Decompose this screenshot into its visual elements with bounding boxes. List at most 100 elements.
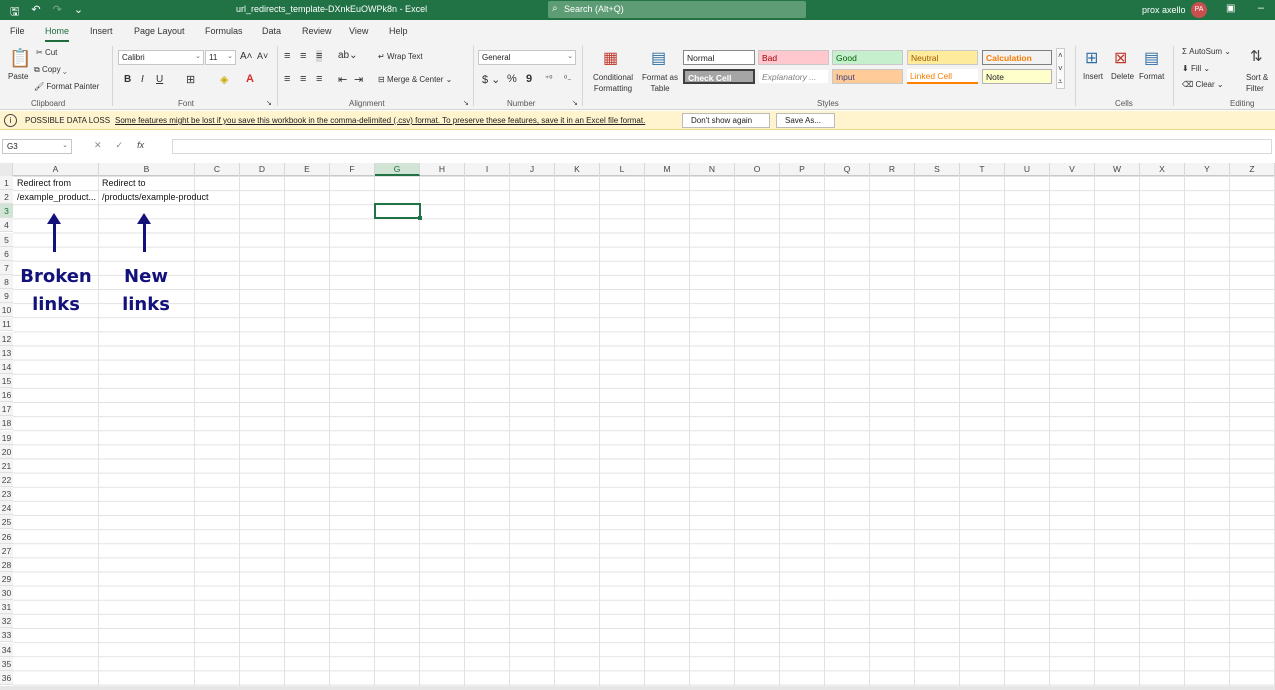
row-header-12[interactable]: 12 [0,331,13,346]
cell-b2[interactable]: /products/example-product [102,192,209,202]
decrease-indent-icon[interactable]: ⇤ [338,73,347,86]
row-header-33[interactable]: 33 [0,628,13,643]
insert-cells-icon[interactable]: ⊞ [1085,48,1098,68]
column-header-f[interactable]: F [330,163,375,176]
number-format-select[interactable]: General ⌄ [478,50,576,65]
row-header-18[interactable]: 18 [0,416,13,431]
cut-button[interactable]: ✂ Cut [36,48,57,57]
align-bottom-icon[interactable]: ≡ [316,50,323,62]
column-header-e[interactable]: E [285,163,330,176]
row-header-36[interactable]: 36 [0,670,13,685]
row-header-19[interactable]: 19 [0,430,13,445]
user-name[interactable]: prox axello [1142,5,1186,15]
currency-button[interactable]: $ ⌄ [482,73,500,86]
style-note[interactable]: Note [982,69,1052,84]
column-header-l[interactable]: L [600,163,645,176]
insert-cells-button[interactable]: Insert [1083,72,1103,81]
style-normal[interactable]: Normal [683,50,755,65]
font-color-icon[interactable]: A [246,73,254,85]
row-header-11[interactable]: 11 [0,317,13,332]
fill-color-icon[interactable]: ◈ [220,73,228,86]
row-header-34[interactable]: 34 [0,642,13,657]
merge-center-button[interactable]: ⊟ Merge & Center ⌄ [378,75,452,84]
style-check-cell[interactable]: Check Cell [683,69,755,84]
style-neutral[interactable]: Neutral [907,50,978,65]
format-painter-button[interactable]: 🖌 Format Painter [34,82,99,91]
column-header-r[interactable]: R [870,163,915,176]
row-header-30[interactable]: 30 [0,586,13,601]
tab-review[interactable]: Review [302,26,332,36]
decrease-font-icon[interactable]: A˅ [257,51,268,61]
column-header-h[interactable]: H [420,163,465,176]
format-cells-icon[interactable]: ▤ [1144,48,1159,68]
tab-help[interactable]: Help [389,26,408,36]
copy-button[interactable]: ⧉ Copy ⌄ [34,65,67,75]
dont-show-again-button[interactable]: Don't show again [682,113,770,128]
column-header-z[interactable]: Z [1230,163,1275,176]
row-header-4[interactable]: 4 [0,218,13,233]
tab-formulas[interactable]: Formulas [205,26,243,36]
row-header-5[interactable]: 5 [0,232,13,247]
format-as-table-icon[interactable]: ▤ [651,48,666,68]
row-header-23[interactable]: 23 [0,487,13,502]
column-header-i[interactable]: I [465,163,510,176]
row-header-26[interactable]: 26 [0,529,13,544]
column-header-k[interactable]: K [555,163,600,176]
column-header-b[interactable]: B [99,163,195,176]
name-box[interactable]: G3 ⌄ [2,139,72,154]
delete-cells-icon[interactable]: ⊠ [1114,48,1127,68]
column-header-q[interactable]: Q [825,163,870,176]
style-input[interactable]: Input [832,69,903,84]
styles-gallery-scroll[interactable]: ˄ ˅ ⩡ [1056,48,1065,89]
column-header-x[interactable]: X [1140,163,1185,176]
tab-page-layout[interactable]: Page Layout [134,26,185,36]
row-header-7[interactable]: 7 [0,260,13,275]
select-all-corner[interactable] [0,163,13,176]
wrap-text-button[interactable]: ↵ Wrap Text [378,52,423,61]
delete-cells-button[interactable]: Delete [1111,72,1134,81]
warning-message[interactable]: Some features might be lost if you save … [115,116,645,125]
dialog-launcher-icon[interactable]: ↘ [572,99,578,107]
row-header-31[interactable]: 31 [0,600,13,615]
row-header-16[interactable]: 16 [0,388,13,403]
column-header-g[interactable]: G [375,163,420,176]
column-header-d[interactable]: D [240,163,285,176]
column-header-w[interactable]: W [1095,163,1140,176]
column-header-v[interactable]: V [1050,163,1095,176]
enter-icon[interactable]: ✓ [116,140,124,151]
format-cells-button[interactable]: Format [1139,72,1164,81]
decrease-decimal-icon[interactable]: ⁰₋ [564,74,571,83]
formula-input[interactable] [172,139,1272,154]
align-left-icon[interactable]: ≡ [284,73,290,85]
comma-style-button[interactable]: 9 [526,73,532,85]
row-header-24[interactable]: 24 [0,501,13,516]
minimize-icon[interactable]: – [1258,2,1264,14]
column-header-p[interactable]: P [780,163,825,176]
fill-button[interactable]: ⬇ Fill ⌄ [1182,64,1210,73]
column-header-u[interactable]: U [1005,163,1050,176]
row-header-14[interactable]: 14 [0,359,13,374]
sort-filter-button[interactable]: Sort & Filter [1246,72,1274,94]
row-header-8[interactable]: 8 [0,274,13,289]
row-header-21[interactable]: 21 [0,458,13,473]
ribbon-display-icon[interactable]: ▣ [1226,3,1235,14]
tab-insert[interactable]: Insert [90,26,113,36]
style-calculation[interactable]: Calculation [982,50,1052,65]
row-header-2[interactable]: 2 [0,190,13,205]
row-header-10[interactable]: 10 [0,303,13,318]
font-size-select[interactable]: 11 ⌄ [205,50,236,65]
paste-button[interactable]: Paste [8,72,28,81]
save-as-button[interactable]: Save As... [776,113,835,128]
align-center-icon[interactable]: ≡ [300,73,306,85]
row-header-27[interactable]: 27 [0,543,13,558]
sort-filter-icon[interactable]: ⇅ [1250,47,1263,65]
increase-font-icon[interactable]: A˄ [240,51,253,62]
style-good[interactable]: Good [832,50,903,65]
dialog-launcher-icon[interactable]: ↘ [463,99,469,107]
orientation-icon[interactable]: ab⌄ [338,50,358,61]
column-header-c[interactable]: C [195,163,240,176]
tab-home[interactable]: Home [45,26,70,42]
italic-button[interactable]: I [141,74,144,85]
font-name-select[interactable]: Calibri ⌄ [118,50,204,65]
underline-button[interactable]: U [156,74,163,85]
